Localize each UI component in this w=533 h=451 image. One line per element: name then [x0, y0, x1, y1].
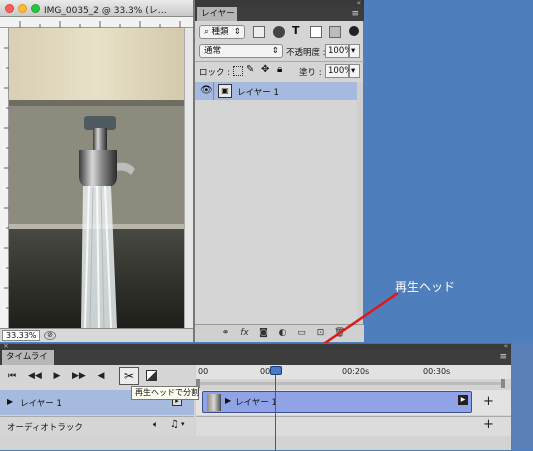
divider [213, 82, 214, 100]
filter-type-icon[interactable]: T [292, 24, 300, 37]
audio-track-area[interactable] [196, 416, 511, 436]
ruler-vertical [0, 28, 9, 328]
opacity-label: 不透明度 : [286, 48, 326, 58]
chevron-down-icon[interactable]: ▾ [181, 420, 185, 428]
filter-smartobject-icon[interactable] [329, 26, 341, 38]
filter-pixel-icon[interactable] [253, 26, 265, 38]
lock-transparent-icon[interactable] [233, 66, 243, 76]
work-area-bar[interactable] [200, 382, 501, 385]
panel-menu-icon[interactable]: ≡ [351, 9, 359, 19]
lock-all-icon[interactable]: 🔒︎ [277, 64, 282, 75]
minimize-window-button[interactable] [18, 4, 27, 13]
timeline-tab-bar [0, 350, 511, 365]
collapse-panel-icon[interactable]: « [357, 0, 361, 7]
document-window: IMG_0035_2 @ 33.3% (レ… 33.33% ⊘ [0, 0, 193, 342]
lock-pixels-icon[interactable]: ✎ [246, 64, 254, 75]
tooltip: 再生ヘッドで分割 [131, 386, 199, 400]
ruler-horizontal [0, 17, 193, 28]
document-title-bar[interactable]: IMG_0035_2 @ 33.3% (レ… [0, 0, 193, 17]
playhead-line [275, 366, 276, 451]
playhead-handle[interactable] [270, 366, 282, 375]
time-label: 00:30s [423, 367, 451, 376]
zoom-level-field[interactable]: 33.33% [2, 330, 40, 341]
opacity-field[interactable]: 100% [325, 44, 352, 58]
zoom-window-button[interactable] [31, 4, 40, 13]
vertical-scrollbar[interactable] [184, 28, 193, 328]
panel-top-bar: « [195, 0, 364, 7]
chevron-updown-icon: ⇕ [233, 27, 241, 37]
fill-label: 塗り : [299, 68, 322, 78]
lock-position-icon[interactable]: ✥ [261, 64, 269, 75]
video-layer-thumbnail-icon: ▣ [218, 84, 232, 98]
work-area-end-handle[interactable] [501, 379, 505, 388]
tab-layers[interactable]: レイヤー [197, 7, 237, 21]
layer-row[interactable]: 👁︎ ▣ レイヤー 1 [195, 82, 358, 100]
time-label: 00:20s [342, 367, 370, 376]
clip-thumbnail [207, 394, 221, 411]
fill-dropdown-icon[interactable]: ▾ [349, 64, 360, 78]
layer-name[interactable]: レイヤー 1 [237, 86, 279, 98]
opacity-dropdown-icon[interactable]: ▾ [349, 44, 360, 58]
blend-mode-value: 通常 [204, 46, 222, 56]
clip-expand-icon[interactable]: ▶ [225, 396, 231, 405]
filter-adjustment-icon[interactable] [273, 26, 285, 38]
timeline-ruler[interactable]: 00 00: 00:20s 00:30s [196, 365, 511, 379]
layer-style-icon[interactable]: fx [239, 328, 250, 339]
document-canvas-image[interactable] [9, 28, 184, 328]
next-frame-icon[interactable]: ▶▶ [72, 370, 86, 382]
layer-filter-label: 種類 [211, 27, 229, 37]
clip-label: レイヤー 1 [235, 398, 277, 408]
timeline-panel: × « タイムライン ≡ ⏮ ◀◀ ▶ ▶▶ ◀ ✂ 00 00: 00:20s… [0, 342, 511, 451]
collapse-panel-icon[interactable]: « [504, 342, 508, 350]
chevron-updown-icon: ⇕ [271, 46, 279, 56]
split-at-playhead-button[interactable]: ✂ [119, 367, 139, 385]
previous-frame-icon[interactable]: ◀◀ [28, 370, 42, 382]
blend-mode-select[interactable]: 通常 ⇕ [199, 44, 283, 58]
search-icon: ⌕ [204, 27, 209, 37]
video-clip[interactable]: ▶ レイヤー 1 ▶ [202, 391, 472, 413]
desktop-background [511, 343, 533, 450]
track-label: レイヤー 1 [20, 399, 62, 409]
lock-label: ロック : [199, 68, 231, 78]
tab-timeline[interactable]: タイムライン [2, 350, 54, 377]
filter-shape-icon[interactable] [310, 26, 322, 38]
expand-track-icon[interactable]: ▶ [7, 397, 13, 406]
music-note-icon[interactable]: ♫ [170, 419, 179, 430]
time-label: 00 [198, 367, 209, 376]
go-to-first-frame-icon[interactable]: ⏮ [6, 370, 18, 382]
audio-mute-icon[interactable]: ◀ [95, 370, 107, 382]
fill-field[interactable]: 100% [325, 64, 352, 78]
close-window-button[interactable] [5, 4, 14, 13]
transition-icon[interactable] [146, 370, 157, 381]
track-header-audio[interactable]: オーディオトラック 🔈︎ ♫ ▾ [0, 416, 194, 436]
panel-menu-icon[interactable]: ≡ [499, 352, 507, 362]
play-icon[interactable]: ▶ [51, 370, 63, 382]
speaker-icon[interactable]: 🔈︎ [153, 420, 158, 430]
close-panel-icon[interactable]: × [3, 342, 9, 350]
document-title: IMG_0035_2 @ 33.3% (レ… [44, 6, 167, 16]
track-label: オーディオトラック [7, 423, 83, 433]
add-audio-icon[interactable]: + [483, 417, 494, 432]
layer-mask-icon[interactable]: ◙ [258, 328, 269, 339]
add-media-icon[interactable]: + [483, 394, 494, 409]
divider [195, 61, 364, 62]
clip-options-icon[interactable]: ▶ [458, 395, 468, 405]
document-status-bar: 33.33% ⊘ [0, 328, 193, 342]
status-info-icon[interactable]: ⊘ [44, 331, 56, 340]
filter-toggle-icon[interactable] [349, 26, 359, 36]
scissors-icon: ✂ [123, 369, 135, 383]
link-layers-icon[interactable]: ⚭ [220, 328, 231, 339]
visibility-eye-icon[interactable]: 👁︎ [200, 85, 213, 96]
layer-filter-select[interactable]: ⌕ 種類 ⇕ [199, 25, 245, 39]
